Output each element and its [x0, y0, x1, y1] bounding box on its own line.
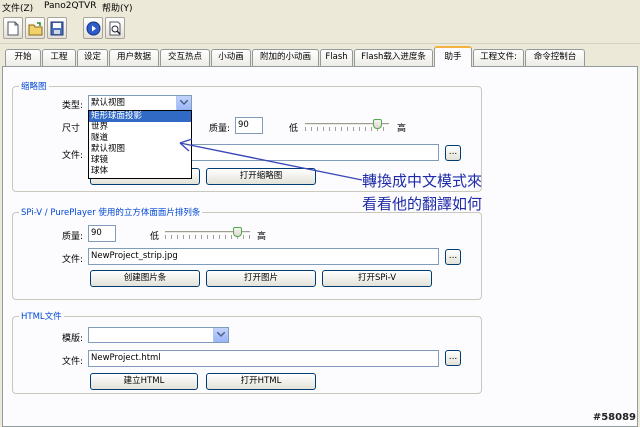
annotation-note: 轉換成中文模式來 看看他的翻譯如何 [362, 170, 562, 216]
watermark: #58089 [592, 412, 636, 423]
annotation-line-1: 轉換成中文模式來 [362, 172, 483, 190]
annotation-line-2: 看看他的翻譯如何 [362, 195, 483, 213]
